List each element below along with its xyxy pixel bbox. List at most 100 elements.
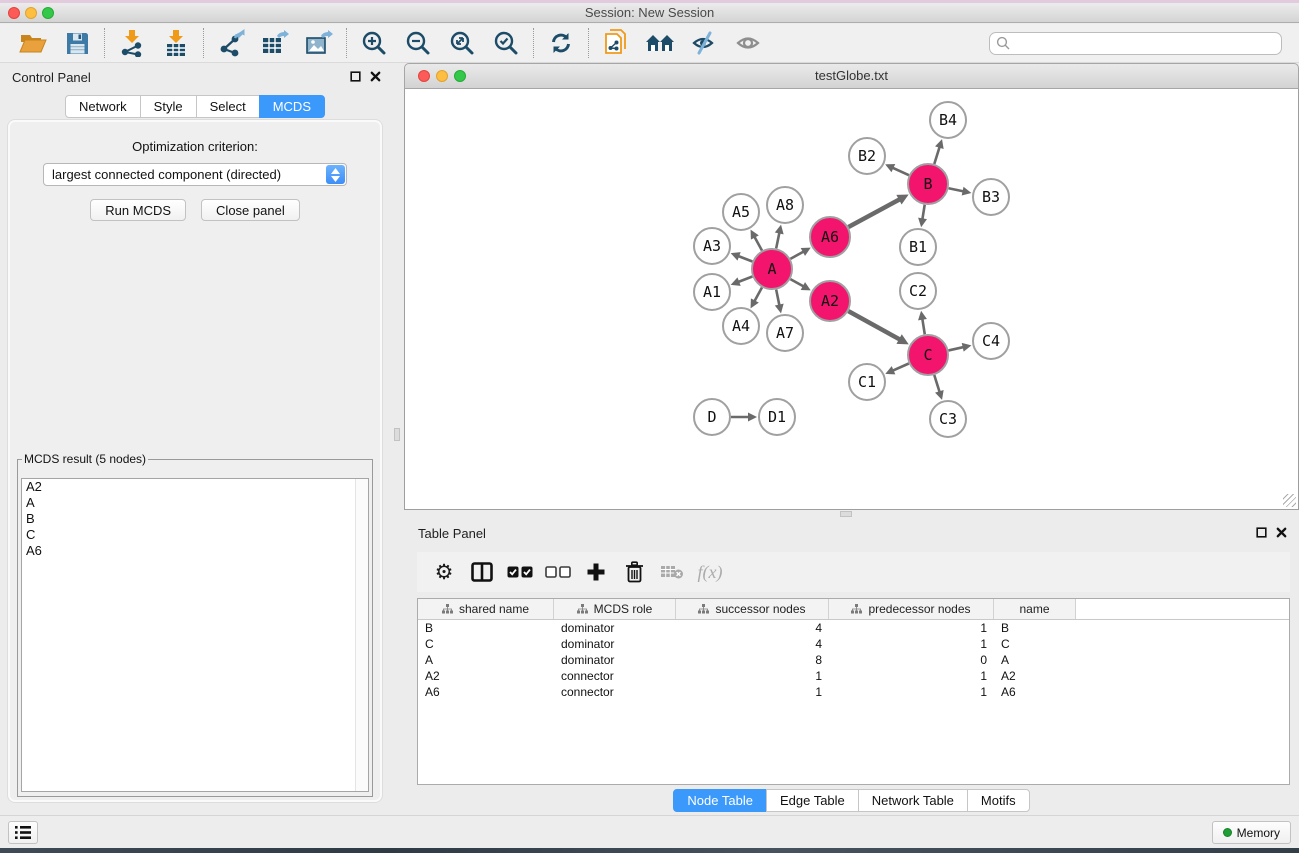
float-panel-icon[interactable] bbox=[350, 71, 361, 82]
graph-edge-C-C4[interactable] bbox=[948, 347, 963, 350]
horizontal-split-handle[interactable] bbox=[840, 511, 852, 517]
graph-edge-A6-B[interactable] bbox=[848, 199, 899, 227]
close-panel-icon[interactable] bbox=[370, 71, 381, 82]
graph-node-A8[interactable]: A8 bbox=[767, 187, 803, 223]
tab-motifs[interactable]: Motifs bbox=[967, 789, 1030, 812]
export-image-button[interactable] bbox=[301, 27, 337, 59]
graph-node-C[interactable]: C bbox=[908, 335, 948, 375]
graph-edge-A-A3[interactable] bbox=[738, 256, 752, 261]
search-field[interactable] bbox=[989, 32, 1282, 55]
result-scrollbar[interactable] bbox=[355, 479, 368, 791]
tab-network-table[interactable]: Network Table bbox=[858, 789, 968, 812]
graph-node-C2[interactable]: C2 bbox=[900, 273, 936, 309]
tab-select[interactable]: Select bbox=[196, 95, 260, 118]
table-row[interactable]: Cdominator41C bbox=[418, 636, 1289, 652]
hide-selected-button[interactable] bbox=[686, 27, 722, 59]
save-session-button[interactable] bbox=[59, 27, 95, 59]
network-window-titlebar[interactable]: testGlobe.txt bbox=[404, 63, 1299, 89]
graph-edge-B-B2[interactable] bbox=[892, 168, 908, 176]
graph-edge-A-A2[interactable] bbox=[790, 279, 803, 286]
network-canvas[interactable]: B4B2BB3A8A5A6A3B1AA1C2A2A4A7C4CC1C3DD1 bbox=[404, 89, 1299, 510]
zoom-view-button[interactable] bbox=[454, 70, 466, 82]
criterion-select[interactable]: largest connected component (directed) bbox=[43, 163, 347, 186]
graph-edge-A-A1[interactable] bbox=[738, 277, 752, 282]
column-header-shared-name[interactable]: shared name bbox=[418, 599, 554, 619]
zoom-out-button[interactable] bbox=[400, 27, 436, 59]
table-row[interactable]: A2connector11A2 bbox=[418, 668, 1289, 684]
home-layout-button[interactable] bbox=[642, 27, 678, 59]
clone-network-button[interactable] bbox=[598, 27, 634, 59]
close-panel-button[interactable]: Close panel bbox=[201, 199, 300, 221]
graph-node-A4[interactable]: A4 bbox=[723, 308, 759, 344]
tab-mcds[interactable]: MCDS bbox=[259, 95, 325, 118]
tab-node-table[interactable]: Node Table bbox=[673, 789, 767, 812]
tab-edge-table[interactable]: Edge Table bbox=[766, 789, 859, 812]
table-row[interactable]: Bdominator41B bbox=[418, 620, 1289, 636]
import-table-button[interactable] bbox=[158, 27, 194, 59]
graph-node-B3[interactable]: B3 bbox=[973, 179, 1009, 215]
graph-node-B2[interactable]: B2 bbox=[849, 138, 885, 174]
show-all-button[interactable] bbox=[730, 27, 766, 59]
graph-node-B1[interactable]: B1 bbox=[900, 229, 936, 265]
table-row[interactable]: A6connector11A6 bbox=[418, 684, 1289, 700]
graph-node-A7[interactable]: A7 bbox=[767, 315, 803, 351]
zoom-selected-button[interactable] bbox=[488, 27, 524, 59]
show-column-panel-button[interactable] bbox=[463, 556, 501, 588]
zoom-window-button[interactable] bbox=[42, 7, 54, 19]
graph-edge-A2-C[interactable] bbox=[848, 311, 900, 339]
close-panel-icon[interactable] bbox=[1276, 527, 1287, 538]
graph-edge-C-C3[interactable] bbox=[934, 375, 939, 392]
graph-node-B4[interactable]: B4 bbox=[930, 102, 966, 138]
graph-node-A3[interactable]: A3 bbox=[694, 228, 730, 264]
close-window-button[interactable] bbox=[8, 7, 20, 19]
graph-edge-B-B3[interactable] bbox=[949, 188, 964, 191]
run-mcds-button[interactable]: Run MCDS bbox=[90, 199, 186, 221]
open-session-button[interactable] bbox=[15, 27, 51, 59]
deselect-all-rows-button[interactable] bbox=[539, 556, 577, 588]
graph-node-A[interactable]: A bbox=[752, 249, 792, 289]
graph-node-A6[interactable]: A6 bbox=[810, 217, 850, 257]
select-all-rows-button[interactable] bbox=[501, 556, 539, 588]
refresh-button[interactable] bbox=[543, 27, 579, 59]
export-table-button[interactable] bbox=[257, 27, 293, 59]
graph-edge-A-A6[interactable] bbox=[790, 251, 803, 258]
mcds-result-item[interactable]: B bbox=[22, 511, 368, 527]
graph-edge-A-A8[interactable] bbox=[776, 232, 779, 248]
mcds-result-item[interactable]: A2 bbox=[22, 479, 368, 495]
tab-network[interactable]: Network bbox=[65, 95, 141, 118]
graph-edge-A-A4[interactable] bbox=[754, 287, 762, 301]
zoom-fit-button[interactable] bbox=[444, 27, 480, 59]
vertical-split-handle[interactable] bbox=[394, 428, 400, 441]
delete-table-button[interactable] bbox=[653, 556, 691, 588]
column-header-mcds-role[interactable]: MCDS role bbox=[554, 599, 676, 619]
graph-edge-A-A7[interactable] bbox=[776, 290, 779, 306]
graph-edge-B-B4[interactable] bbox=[934, 147, 939, 164]
graph-node-C1[interactable]: C1 bbox=[849, 364, 885, 400]
graph-node-D[interactable]: D bbox=[694, 399, 730, 435]
graph-node-A2[interactable]: A2 bbox=[810, 281, 850, 321]
table-row[interactable]: Adominator80A bbox=[418, 652, 1289, 668]
mcds-result-item[interactable]: A bbox=[22, 495, 368, 511]
table-settings-button[interactable]: ⚙ bbox=[425, 556, 463, 588]
graph-node-C3[interactable]: C3 bbox=[930, 401, 966, 437]
minimize-window-button[interactable] bbox=[25, 7, 37, 19]
column-header-successor-nodes[interactable]: successor nodes bbox=[676, 599, 829, 619]
search-input[interactable] bbox=[1014, 35, 1275, 52]
export-network-button[interactable] bbox=[213, 27, 249, 59]
add-column-button[interactable] bbox=[577, 556, 615, 588]
zoom-in-button[interactable] bbox=[356, 27, 392, 59]
column-header-predecessor-nodes[interactable]: predecessor nodes bbox=[829, 599, 994, 619]
graph-edge-C-C1[interactable] bbox=[893, 363, 909, 370]
graph-node-A1[interactable]: A1 bbox=[694, 274, 730, 310]
graph-edge-C-C2[interactable] bbox=[922, 319, 924, 335]
graph-node-D1[interactable]: D1 bbox=[759, 399, 795, 435]
float-panel-icon[interactable] bbox=[1256, 527, 1267, 538]
close-view-button[interactable] bbox=[418, 70, 430, 82]
graph-node-A5[interactable]: A5 bbox=[723, 194, 759, 230]
resize-grip-icon[interactable] bbox=[1283, 494, 1296, 507]
function-builder-button[interactable]: f(x) bbox=[691, 556, 729, 588]
graph-edge-B-B1[interactable] bbox=[922, 205, 924, 220]
import-network-button[interactable] bbox=[114, 27, 150, 59]
mcds-result-item[interactable]: C bbox=[22, 527, 368, 543]
task-history-button[interactable] bbox=[8, 821, 38, 844]
